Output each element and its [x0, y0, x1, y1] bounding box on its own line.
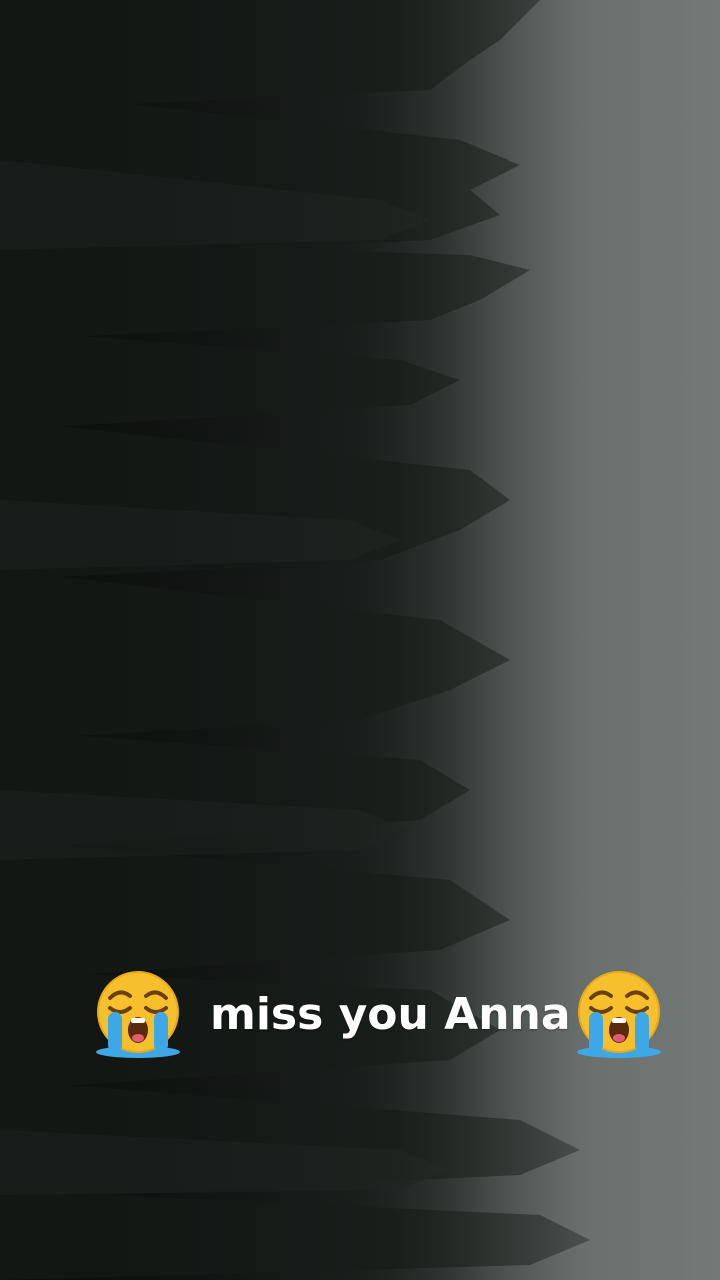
video-caption: miss you Anna [92, 968, 692, 1060]
loudly-crying-face-icon [96, 971, 180, 1058]
misty-forest-image [0, 0, 720, 1280]
video-frame[interactable]: miss you Anna [0, 0, 720, 1280]
caption-text: miss you Anna [210, 988, 571, 1040]
loudly-crying-face-icon [576, 971, 661, 1058]
